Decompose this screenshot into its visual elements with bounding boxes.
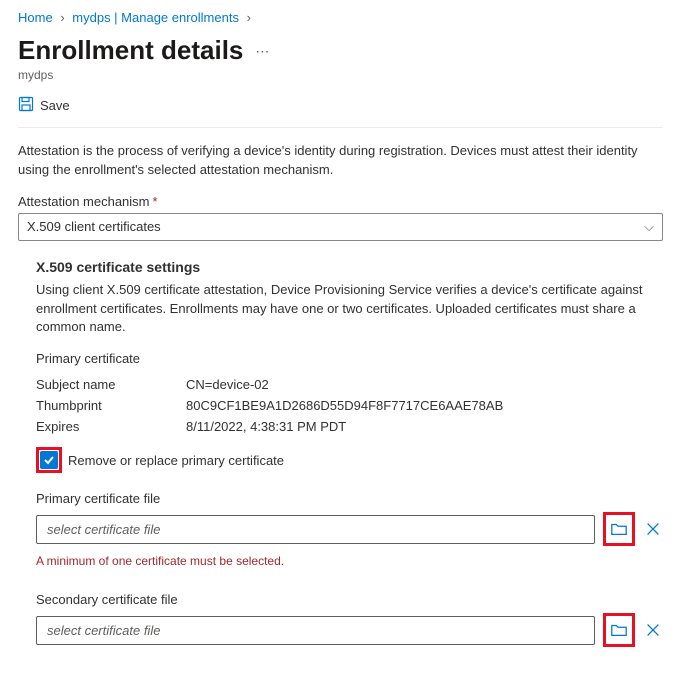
more-icon[interactable]: ⋯ (255, 37, 271, 60)
primary-file-input[interactable]: select certificate file (36, 515, 595, 544)
expires-value: 8/11/2022, 4:38:31 PM PDT (186, 419, 663, 434)
attestation-description: Attestation is the process of verifying … (18, 142, 663, 180)
x509-settings-description: Using client X.509 certificate attestati… (36, 281, 663, 338)
secondary-file-input[interactable]: select certificate file (36, 616, 595, 645)
save-icon[interactable] (18, 96, 34, 115)
remove-replace-checkbox[interactable] (40, 451, 58, 469)
subject-name-label: Subject name (36, 377, 186, 392)
page-subtitle: mydps (18, 68, 663, 82)
x509-settings-heading: X.509 certificate settings (36, 259, 663, 275)
save-button[interactable]: Save (40, 98, 70, 113)
attestation-mechanism-label: Attestation mechanism* (18, 194, 663, 209)
thumbprint-value: 80C9CF1BE9A1D2686D55D94F8F7717CE6AAE78AB (186, 398, 663, 413)
attestation-mechanism-select[interactable]: X.509 client certificates ⌵ (18, 213, 663, 241)
required-indicator: * (153, 194, 158, 209)
chevron-right-icon: › (60, 10, 64, 25)
clear-icon[interactable] (643, 519, 663, 539)
folder-icon[interactable] (609, 620, 629, 640)
subject-name-value: CN=device-02 (186, 377, 663, 392)
attestation-mechanism-value: X.509 client certificates (27, 219, 161, 234)
certificate-error: A minimum of one certificate must be sel… (36, 554, 663, 568)
clear-icon[interactable] (643, 620, 663, 640)
chevron-down-icon: ⌵ (644, 219, 654, 235)
highlight-box (36, 447, 62, 473)
primary-file-label: Primary certificate file (36, 491, 663, 506)
thumbprint-label: Thumbprint (36, 398, 186, 413)
page-title: Enrollment details (18, 35, 243, 66)
highlight-box (603, 512, 635, 546)
highlight-box (603, 613, 635, 647)
expires-label: Expires (36, 419, 186, 434)
breadcrumb: Home › mydps | Manage enrollments › (18, 10, 663, 25)
toolbar: Save (18, 92, 663, 123)
breadcrumb-resource[interactable]: mydps | Manage enrollments (72, 10, 239, 25)
primary-certificate-label: Primary certificate (36, 351, 663, 366)
secondary-file-label: Secondary certificate file (36, 592, 663, 607)
chevron-right-icon: › (247, 10, 251, 25)
breadcrumb-home[interactable]: Home (18, 10, 53, 25)
folder-icon[interactable] (609, 519, 629, 539)
divider (18, 127, 663, 128)
remove-replace-label: Remove or replace primary certificate (68, 453, 284, 468)
